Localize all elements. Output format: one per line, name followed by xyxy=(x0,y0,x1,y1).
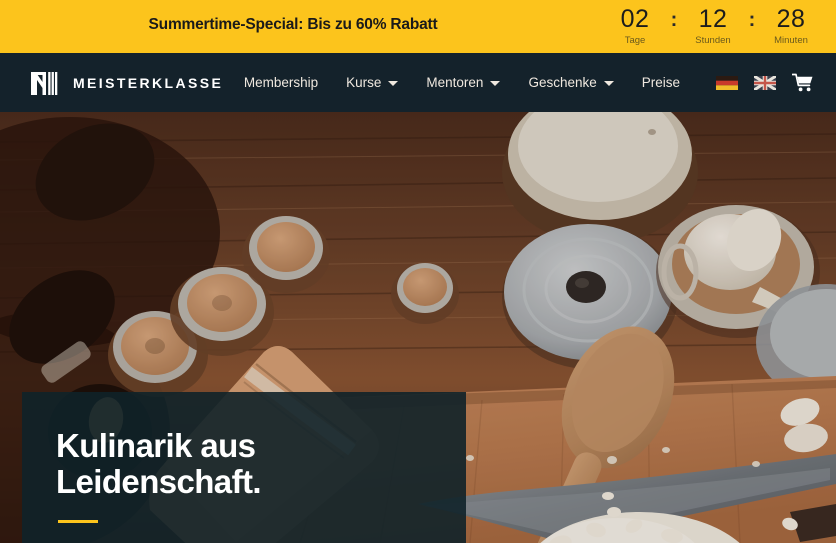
nav-item-kurse-label: Kurse xyxy=(346,75,382,90)
countdown-timer: 02 Tage : 12 Stunden : 28 Minuten xyxy=(604,5,822,47)
countdown-days: 02 Tage xyxy=(604,5,666,47)
nav-item-membership-label: Membership xyxy=(243,75,319,90)
uk-flag-icon[interactable] xyxy=(753,74,777,91)
nav-utilities xyxy=(716,73,814,93)
nav-item-mentoren[interactable]: Mentoren xyxy=(412,69,514,96)
countdown-minutes-label: Minuten xyxy=(774,35,808,46)
chevron-down-icon xyxy=(388,81,399,86)
m-monogram-icon xyxy=(30,68,60,98)
countdown-days-value: 02 xyxy=(620,5,650,33)
countdown-minutes-value: 28 xyxy=(776,5,806,33)
countdown-hours: 12 Stunden xyxy=(682,5,744,47)
countdown-separator-1: : xyxy=(670,9,678,31)
nav-item-kurse[interactable]: Kurse xyxy=(332,69,412,96)
nav-item-preise[interactable]: Preise xyxy=(628,69,694,96)
hero-section: Kulinarik aus Leidenschaft. Lerne von To… xyxy=(0,112,836,543)
hero-overlay-card: Kulinarik aus Leidenschaft. Lerne von To… xyxy=(22,392,466,543)
countdown-separator-2: : xyxy=(748,9,756,31)
page-title: Kulinarik aus Leidenschaft. xyxy=(56,427,262,501)
countdown-hours-label: Stunden xyxy=(695,35,731,46)
chevron-down-icon xyxy=(490,81,501,86)
nav-item-mentoren-label: Mentoren xyxy=(426,75,484,90)
nav-item-geschenke-label: Geschenke xyxy=(528,75,597,90)
german-flag-icon[interactable] xyxy=(716,75,738,90)
countdown-hours-value: 12 xyxy=(698,5,728,33)
main-navigation: MEISTERKLASSE Membership Kurse Mentoren … xyxy=(0,53,836,112)
chevron-down-icon xyxy=(603,81,614,86)
brand-logo[interactable]: MEISTERKLASSE xyxy=(30,68,223,98)
shopping-cart-icon[interactable] xyxy=(791,73,814,93)
countdown-minutes: 28 Minuten xyxy=(760,5,822,47)
nav-item-preise-label: Preise xyxy=(641,75,680,90)
nav-item-membership[interactable]: Membership xyxy=(230,69,332,96)
title-underline xyxy=(58,519,98,523)
nav-links: Membership Kurse Mentoren Geschenke Prei… xyxy=(230,69,694,96)
countdown-days-label: Tage xyxy=(624,35,646,46)
nav-item-geschenke[interactable]: Geschenke xyxy=(514,69,627,96)
promo-banner: Summertime-Special: Bis zu 60% Rabatt 02… xyxy=(0,0,836,53)
brand-name: MEISTERKLASSE xyxy=(73,74,224,91)
landing-page: Summertime-Special: Bis zu 60% Rabatt 02… xyxy=(0,0,836,543)
